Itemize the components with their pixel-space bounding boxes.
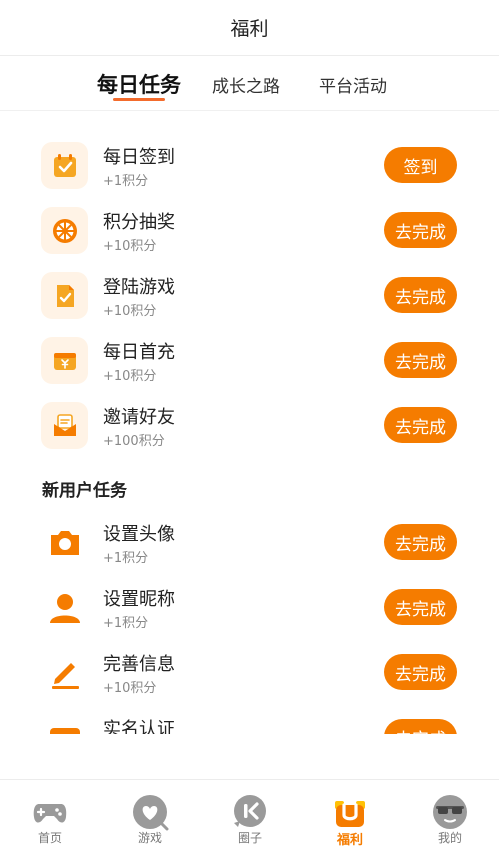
task-row-real-name-verify: 实名认证 去完成 [0,704,499,734]
active-tab-underline [113,98,165,101]
pencil-icon [41,649,88,696]
task-row-set-nickname: 设置昵称 +1积分 去完成 [0,574,499,639]
complete-task-button[interactable]: 去完成 [384,524,457,560]
task-row-lottery: 积分抽奖 +10积分 去完成 [0,197,499,262]
task-row-complete-info: 完善信息 +10积分 去完成 [0,639,499,704]
complete-task-button[interactable]: 去完成 [384,212,457,248]
tab-platform-events[interactable]: 平台活动 [319,57,387,111]
task-name: 邀请好友 [103,407,175,428]
checkin-button[interactable]: 签到 [384,147,457,183]
task-reward: +100积分 [103,434,165,449]
complete-task-button[interactable]: 去完成 [384,342,457,378]
task-name: 登陆游戏 [103,277,175,298]
complete-task-button[interactable]: 去完成 [384,277,457,313]
task-name: 设置头像 [103,524,175,545]
task-reward: +10积分 [103,304,157,319]
heart-bubble-icon [130,792,170,832]
tab-growth-path[interactable]: 成长之路 [212,57,280,111]
nav-item-welfare[interactable]: 福利 [300,780,400,853]
task-reward: +1积分 [103,616,149,631]
task-name: 实名认证 [103,719,175,734]
task-row-login-game: 登陆游戏 +10积分 去完成 [0,262,499,327]
page-title: 福利 [230,18,269,40]
nav-item-circle[interactable]: 圈子 [200,780,300,853]
complete-task-button[interactable]: 去完成 [384,589,457,625]
task-list[interactable]: 每日签到 +1积分 签到 积分抽奖 +10积分 去完成 登陆游戏 +10积分 去… [0,132,499,734]
task-name: 积分抽奖 [103,212,175,233]
nav-label: 圈子 [237,831,262,845]
new-user-section-title: 新用户任务 [42,481,127,501]
complete-task-button[interactable]: 去完成 [384,407,457,443]
task-row-set-avatar: 设置头像 +1积分 去完成 [0,509,499,574]
task-name: 每日首充 [103,342,175,363]
task-reward: +10积分 [103,369,157,384]
sunglasses-face-icon [430,792,470,832]
task-name: 每日签到 [103,147,175,168]
task-row-daily-checkin: 每日签到 +1积分 签到 [0,132,499,197]
task-reward: +1积分 [103,174,149,189]
bottom-nav: 首页 游戏 圈子 福利 我的 [0,779,499,853]
nav-label: 福利 [336,833,363,848]
task-row-first-recharge: 每日首充 +10积分 去完成 [0,327,499,392]
task-name: 完善信息 [103,654,175,675]
wallet-yen-icon [41,337,88,384]
page-header: 福利 [0,0,499,56]
complete-task-button[interactable]: 去完成 [384,654,457,690]
tab-label: 每日任务 [97,73,181,97]
task-tabs: 每日任务 成长之路 平台活动 [0,57,499,111]
person-icon [41,584,88,631]
task-reward: +1积分 [103,551,149,566]
envelope-icon [41,402,88,449]
task-row-invite-friends: 邀请好友 +100积分 去完成 [0,392,499,457]
camera-icon [41,519,88,566]
document-check-icon [41,272,88,319]
circle-chat-icon [230,792,270,832]
task-reward: +10积分 [103,681,157,696]
task-reward: +10积分 [103,239,157,254]
gamepad-icon [30,792,70,832]
nav-label: 我的 [437,831,462,845]
task-name: 设置昵称 [103,589,175,610]
lottery-wheel-icon [41,207,88,254]
nav-label: 游戏 [137,831,162,845]
gift-icon [330,792,370,832]
nav-item-games[interactable]: 游戏 [100,780,200,853]
tab-label: 平台活动 [319,76,387,97]
tab-label: 成长之路 [212,76,280,97]
tab-daily-tasks[interactable]: 每日任务 [97,57,181,111]
calendar-check-icon [41,142,88,189]
nav-item-home[interactable]: 首页 [0,780,100,853]
nav-label: 首页 [37,831,62,845]
nav-item-mine[interactable]: 我的 [400,780,499,853]
id-card-icon [41,714,88,734]
complete-task-button[interactable]: 去完成 [384,719,457,734]
